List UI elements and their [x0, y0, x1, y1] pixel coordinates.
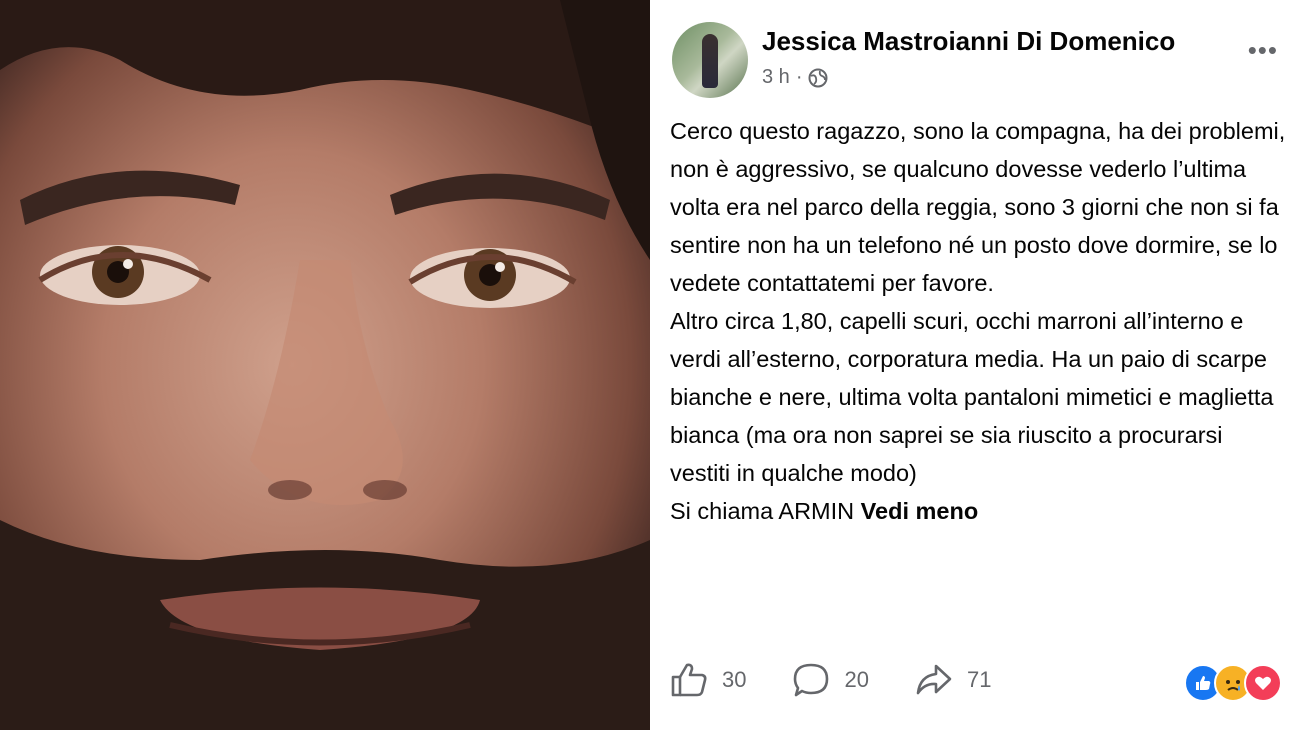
globe-icon[interactable]: [808, 68, 828, 88]
facebook-post: Jessica Mastroianni Di Domenico 3 h · ••…: [650, 0, 1300, 730]
love-reaction-icon: [1244, 664, 1282, 702]
post-time[interactable]: 3 h: [762, 66, 790, 89]
post-last-line: Si chiama ARMIN Vedi meno: [670, 492, 1288, 530]
man-face-photo: [0, 0, 650, 730]
post-name-line: Si chiama ARMIN: [670, 498, 861, 524]
share-icon: [916, 664, 952, 695]
thumbs-up-icon: [671, 663, 707, 697]
post-meta: 3 h ·: [762, 66, 828, 89]
post-paragraph-1: Cerco questo ragazzo, sono la compagna, …: [670, 118, 1286, 296]
comment-count: 20: [844, 667, 869, 692]
reaction-icons[interactable]: [1184, 664, 1282, 702]
author-name[interactable]: Jessica Mastroianni Di Domenico: [762, 26, 1175, 57]
author-avatar[interactable]: [672, 22, 748, 98]
like-count: 30: [722, 667, 747, 692]
post-paragraph-2: Altro circa 1,80, capelli scuri, occhi m…: [670, 308, 1274, 486]
share-count: 71: [966, 667, 992, 692]
post-text: Cerco questo ragazzo, sono la compagna, …: [670, 112, 1288, 530]
meta-separator: ·: [795, 66, 803, 88]
avatar-figure: [702, 34, 718, 88]
comment-button[interactable]: 20: [792, 662, 869, 698]
see-less-link[interactable]: Vedi meno: [861, 498, 979, 524]
post-actions: 30 20 71: [670, 662, 1037, 698]
share-button[interactable]: 71: [915, 662, 991, 698]
like-button[interactable]: 30: [670, 662, 746, 698]
comment-icon: [794, 663, 829, 697]
more-options-button[interactable]: •••: [1248, 37, 1278, 63]
post-photo[interactable]: [0, 0, 650, 730]
